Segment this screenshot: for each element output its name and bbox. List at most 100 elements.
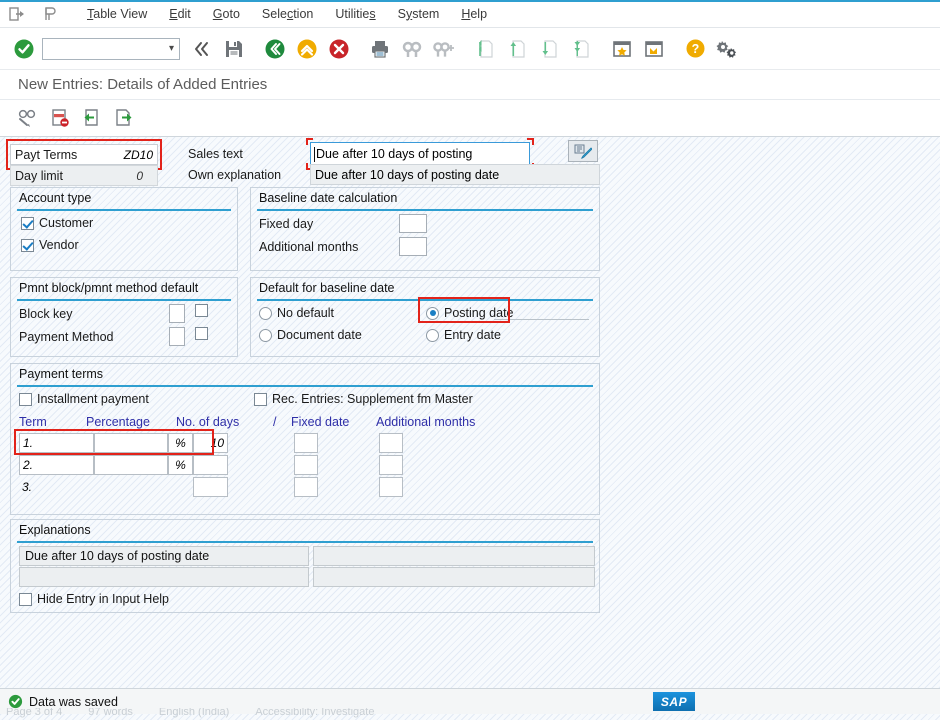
background-status-strip: Page 3 of 4 97 words English (India) Acc… xyxy=(0,708,940,720)
radio-no-default[interactable]: No default xyxy=(259,306,334,320)
cell-days-3[interactable] xyxy=(193,477,228,497)
pin-icon[interactable] xyxy=(34,1,68,27)
cell-percentage-2[interactable] xyxy=(94,455,168,475)
checkbox-payment-method[interactable] xyxy=(195,327,208,340)
radio-entry-date-button[interactable] xyxy=(426,328,439,342)
cell-additional-months-1[interactable] xyxy=(379,433,403,453)
col-header-no-of-days[interactable]: No. of days xyxy=(176,415,239,429)
checkbox-installment-payment-box[interactable] xyxy=(19,392,32,406)
create-favorite-button[interactable] xyxy=(606,33,638,65)
cell-fixed-date-2[interactable] xyxy=(294,455,318,475)
checkbox-rec-entries-box[interactable] xyxy=(254,392,267,406)
cell-fixed-date-1[interactable] xyxy=(294,433,318,453)
menu-table-view[interactable]: Table View xyxy=(76,4,158,24)
menu-goto[interactable]: Goto xyxy=(202,4,251,24)
exit-icon[interactable] xyxy=(0,1,34,27)
radio-document-date-button[interactable] xyxy=(259,328,272,342)
payment-method-input[interactable] xyxy=(169,327,185,346)
menu-utilities[interactable]: Utilities xyxy=(324,4,386,24)
back-button[interactable] xyxy=(259,33,291,65)
checkbox-vendor-box[interactable] xyxy=(21,238,34,252)
checkbox-vendor[interactable]: Vendor xyxy=(21,238,79,252)
back-collapse-button[interactable] xyxy=(186,33,218,65)
cell-additional-months-3[interactable] xyxy=(379,477,403,497)
new-session-button[interactable] xyxy=(638,33,670,65)
cell-term-1[interactable]: 1. xyxy=(19,433,94,453)
menu-edit[interactable]: Edit xyxy=(158,4,202,24)
col-header-percentage[interactable]: Percentage xyxy=(86,415,150,429)
account-type-group: Account type Customer Vendor xyxy=(10,187,238,271)
explanation-cell-2-left[interactable] xyxy=(19,567,309,587)
previous-page-button[interactable] xyxy=(501,33,533,65)
radio-no-default-button[interactable] xyxy=(259,306,272,320)
day-limit-row[interactable]: Day limit 0 xyxy=(10,165,158,186)
col-header-fixed-date[interactable]: Fixed date xyxy=(291,415,349,429)
radio-posting-date[interactable]: Posting date xyxy=(426,306,514,320)
cell-fixed-date-3[interactable] xyxy=(294,477,318,497)
print-button[interactable] xyxy=(364,33,396,65)
last-page-button[interactable] xyxy=(565,33,597,65)
command-input[interactable] xyxy=(43,39,161,58)
cell-term-2[interactable]: 2. xyxy=(19,455,94,475)
checkbox-customer-box[interactable] xyxy=(21,216,34,230)
cell-days-1[interactable]: 10 xyxy=(193,433,228,453)
additional-months-input[interactable] xyxy=(399,237,427,256)
own-explanation-input[interactable]: Due after 10 days of posting date xyxy=(310,164,600,185)
checkbox-customer-label: Customer xyxy=(39,216,94,230)
display-change-button[interactable] xyxy=(12,102,44,134)
help-button[interactable]: ? xyxy=(679,33,711,65)
menu-help[interactable]: Help xyxy=(450,4,498,24)
explanation-cell-1-right[interactable] xyxy=(313,546,595,566)
account-type-title: Account type xyxy=(19,191,92,205)
save-button[interactable] xyxy=(218,33,250,65)
checkbox-hide-entry[interactable]: Hide Entry in Input Help xyxy=(19,592,169,606)
exit-button[interactable] xyxy=(291,33,323,65)
checkbox-customer[interactable]: Customer xyxy=(21,216,93,230)
fixed-day-label: Fixed day xyxy=(259,217,314,231)
day-limit-value: 0 xyxy=(136,168,143,183)
find-button[interactable] xyxy=(396,33,428,65)
explanation-cell-1-left[interactable]: Due after 10 days of posting date xyxy=(19,546,309,566)
first-page-button[interactable] xyxy=(469,33,501,65)
radio-document-date[interactable]: Document date xyxy=(259,328,362,342)
radio-posting-date-button[interactable] xyxy=(426,306,439,320)
cell-term-3[interactable]: 3. xyxy=(19,477,94,497)
checkbox-installment-payment[interactable]: Installment payment xyxy=(19,392,149,406)
translate-button[interactable] xyxy=(568,140,598,162)
command-field[interactable]: ▾ xyxy=(42,37,180,60)
cancel-button[interactable] xyxy=(323,33,355,65)
cell-percentage-1[interactable] xyxy=(94,433,168,453)
chevron-down-icon[interactable]: ▾ xyxy=(169,43,174,54)
sales-text-label: Sales text xyxy=(188,147,243,161)
menu-selection-label: tion xyxy=(293,6,314,21)
checkbox-block-key[interactable] xyxy=(195,304,208,317)
pmnt-block-title: Pmnt block/pmnt method default xyxy=(19,281,199,295)
next-page-button[interactable] xyxy=(533,33,565,65)
radio-no-default-label: No default xyxy=(277,306,334,320)
col-header-term[interactable]: Term xyxy=(19,415,47,429)
next-entry-button[interactable] xyxy=(108,102,140,134)
payt-terms-row[interactable]: Payt Terms ZD10 xyxy=(10,144,158,165)
fixed-day-input[interactable] xyxy=(399,214,427,233)
sales-text-input[interactable]: Due after 10 days of posting xyxy=(310,142,530,166)
screen-content: Payt Terms ZD10 Day limit 0 Sales text D… xyxy=(0,137,940,688)
find-next-button[interactable] xyxy=(428,33,460,65)
explanation-cell-2-right[interactable] xyxy=(313,567,595,587)
checkbox-hide-entry-box[interactable] xyxy=(19,592,32,606)
cell-additional-months-2[interactable] xyxy=(379,455,403,475)
delete-entry-button[interactable] xyxy=(44,102,76,134)
customize-button[interactable] xyxy=(711,33,743,65)
enter-button[interactable] xyxy=(8,33,40,65)
ghost-language: English (India) xyxy=(158,708,230,718)
cell-days-2[interactable] xyxy=(193,455,228,475)
menu-table-view-label: able View xyxy=(93,6,148,21)
checkbox-rec-entries-label: Rec. Entries: Supplement fm Master xyxy=(272,392,473,406)
radio-entry-date[interactable]: Entry date xyxy=(426,328,501,342)
previous-entry-button[interactable] xyxy=(76,102,108,134)
menu-selection[interactable]: Selection xyxy=(251,4,324,24)
radio-entry-date-label: Entry date xyxy=(444,328,501,342)
checkbox-rec-entries[interactable]: Rec. Entries: Supplement fm Master xyxy=(254,392,473,406)
menu-system[interactable]: System xyxy=(387,4,451,24)
block-key-input[interactable] xyxy=(169,304,185,323)
col-header-additional-months[interactable]: Additional months xyxy=(376,415,475,429)
